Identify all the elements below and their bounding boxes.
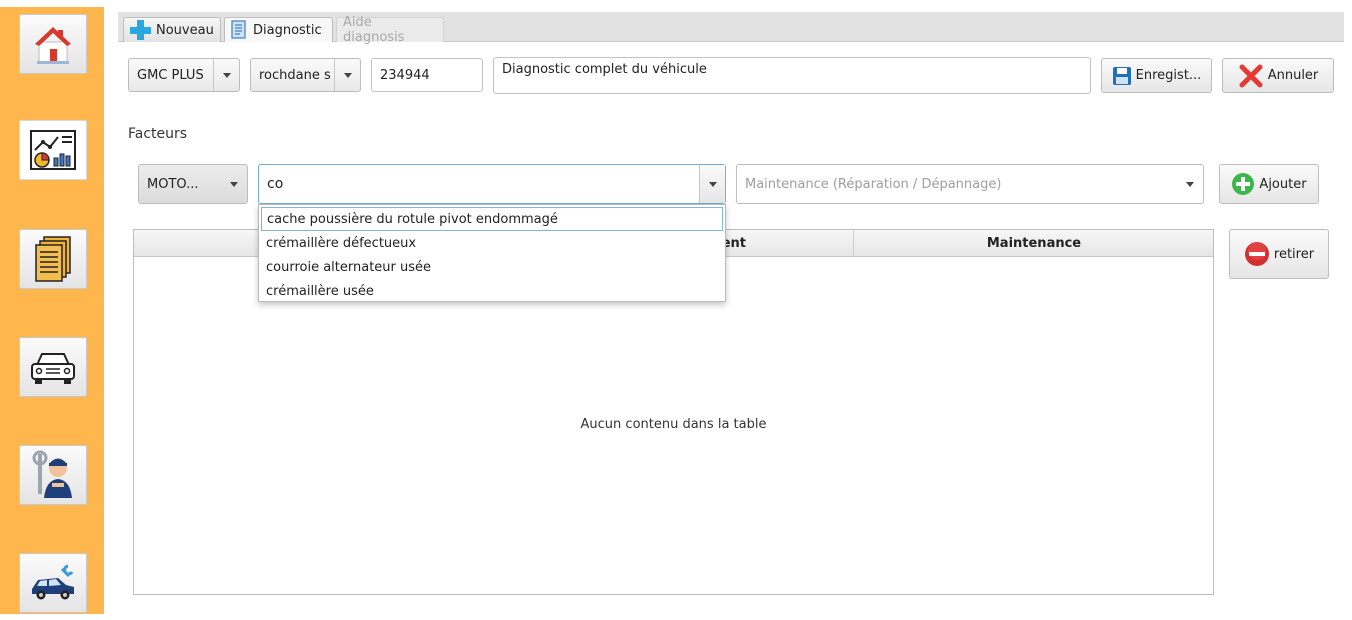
description-field[interactable]: Diagnostic complet du véhicule xyxy=(493,57,1091,94)
documents-icon xyxy=(35,236,71,282)
factor-search-input[interactable]: co xyxy=(259,176,699,192)
mechanic-icon xyxy=(32,450,72,498)
house-icon xyxy=(35,27,71,64)
sidebar-item-dashboard[interactable] xyxy=(19,120,87,180)
sidebar-item-vehicles[interactable] xyxy=(19,337,87,397)
maintenance-placeholder: Maintenance (Réparation / Dépannage) xyxy=(745,176,1002,192)
tab-nouveau[interactable]: Nouveau xyxy=(123,17,221,42)
tab-label: Diagnostic xyxy=(253,22,322,38)
factor-search-combo[interactable]: co xyxy=(258,164,726,204)
sidebar-item-mechanics[interactable] xyxy=(19,445,87,505)
suggestion-item[interactable]: cache poussière du rotule pivot endommag… xyxy=(261,207,723,231)
car-icon xyxy=(31,353,75,384)
factors-label: Facteurs xyxy=(128,126,188,142)
maintenance-select[interactable]: Maintenance (Réparation / Dépannage) xyxy=(736,164,1204,204)
table-empty-message: Aucun contenu dans la table xyxy=(580,417,767,432)
add-button-label: Ajouter xyxy=(1259,176,1307,192)
chevron-down-icon[interactable] xyxy=(221,165,247,203)
chevron-down-icon[interactable] xyxy=(1177,165,1203,203)
client-select[interactable]: rochdane s xyxy=(250,58,361,92)
suggestion-item[interactable]: courroie alternateur usée xyxy=(261,255,723,279)
remove-button[interactable]: retirer xyxy=(1229,229,1329,279)
save-button[interactable]: Enregist... xyxy=(1101,58,1212,93)
chevron-down-icon[interactable] xyxy=(699,165,725,203)
remove-circle-icon xyxy=(1244,242,1269,266)
category-select-value: MOTO... xyxy=(147,176,199,192)
remove-button-label: retirer xyxy=(1273,246,1315,262)
tab-label: Nouveau xyxy=(156,22,214,38)
number-field[interactable]: 234944 xyxy=(371,58,483,92)
tab-diagnostic[interactable]: Diagnostic xyxy=(224,17,333,42)
suggestions-popup: cache poussière du rotule pivot endommag… xyxy=(258,204,726,302)
chart-report-icon xyxy=(30,130,76,170)
add-button[interactable]: Ajouter xyxy=(1219,164,1319,204)
chevron-down-icon[interactable] xyxy=(334,59,360,91)
floppy-disk-icon xyxy=(1112,66,1131,85)
suggestion-item[interactable]: crémaillère usée xyxy=(261,279,723,303)
sidebar-item-repairs[interactable] xyxy=(19,553,87,613)
save-button-label: Enregist... xyxy=(1135,68,1202,83)
cancel-button[interactable]: Annuler xyxy=(1222,58,1334,93)
tab-label: Aide diagnosis xyxy=(343,15,405,45)
sidebar xyxy=(0,7,104,614)
client-select-value: rochdane s xyxy=(259,67,331,83)
add-circle-icon xyxy=(1232,173,1255,195)
plus-icon xyxy=(130,20,151,40)
suggestion-item[interactable]: crémaillère défectueux xyxy=(261,231,723,255)
cancel-button-label: Annuler xyxy=(1267,68,1319,83)
category-select[interactable]: MOTO... xyxy=(138,164,248,204)
sidebar-item-home[interactable] xyxy=(19,14,87,74)
vehicle-select-value: GMC PLUS xyxy=(137,67,204,83)
vehicle-select[interactable]: GMC PLUS xyxy=(128,58,240,92)
close-icon xyxy=(1239,64,1263,87)
car-repair-icon xyxy=(32,564,74,600)
column-header-maintenance[interactable]: Maintenance xyxy=(854,230,1214,256)
document-icon xyxy=(231,20,246,39)
sidebar-item-documents[interactable] xyxy=(19,229,87,289)
chevron-down-icon[interactable] xyxy=(213,59,239,91)
tab-bar: Nouveau Diagnostic Aide diagnosis xyxy=(118,12,1344,45)
tab-aide-diagnosis[interactable]: Aide diagnosis xyxy=(336,15,444,45)
